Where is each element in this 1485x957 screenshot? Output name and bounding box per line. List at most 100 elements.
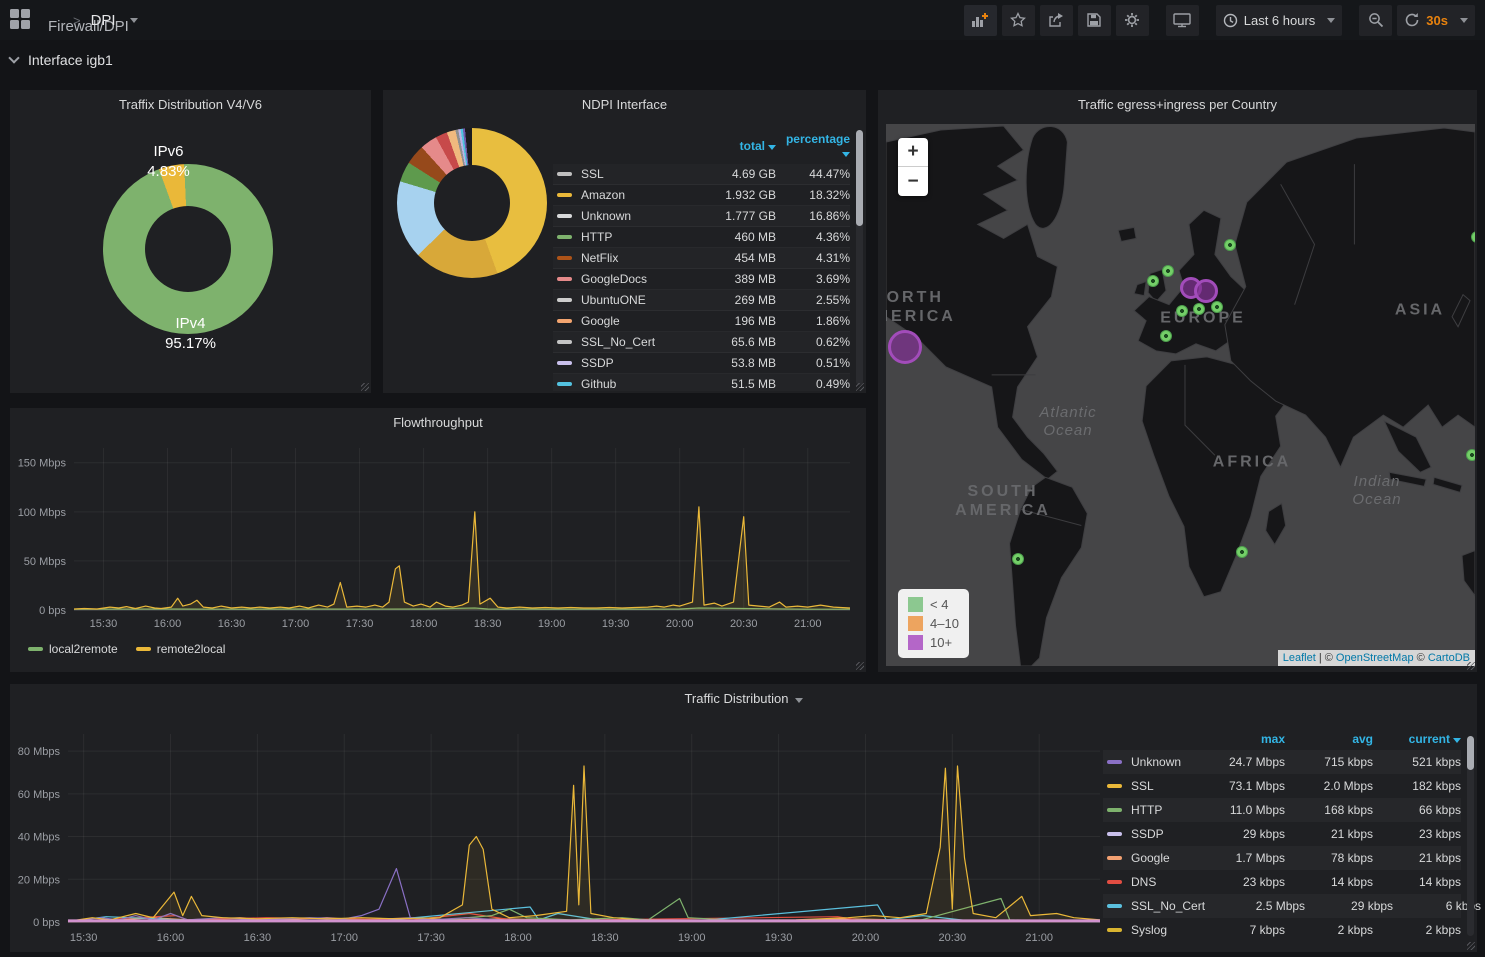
legend-row[interactable]: GoogleDocs389 MB3.69% [553, 269, 850, 290]
purple-traffic-marker[interactable] [888, 330, 922, 364]
sort-header-avg[interactable]: avg [1285, 732, 1373, 746]
breadcrumb-dashboard-name[interactable]: DPI [91, 12, 116, 29]
legend-total: 1.777 GB [688, 209, 776, 223]
legend-row[interactable]: DNS23 kbps14 kbps14 kbps [1103, 870, 1461, 894]
legend-row[interactable]: HTTP11.0 Mbps168 kbps66 kbps [1103, 798, 1461, 822]
svg-text:15:30: 15:30 [70, 932, 98, 944]
purple-traffic-marker[interactable] [1194, 279, 1218, 303]
sort-header-total[interactable]: total [688, 139, 776, 153]
save-icon [1086, 12, 1102, 28]
legend-row[interactable]: Google196 MB1.86% [553, 311, 850, 332]
star-icon [1010, 12, 1026, 28]
legend-item-local2remote[interactable]: local2remote [28, 642, 118, 656]
flowthroughput-chart[interactable]: 15:3016:0016:3017:0017:3018:0018:3019:00… [14, 436, 860, 634]
chevron-down-icon[interactable] [130, 18, 138, 23]
row-header-interface-igb1[interactable]: Interface igb1 [10, 52, 113, 68]
world-map[interactable]: NORTH AMERICAEUROPEASIAAFRICASOUTH AMERI… [886, 124, 1475, 666]
legend-row[interactable]: Unknown24.7 Mbps715 kbps521 kbps [1103, 750, 1461, 774]
legend-total: 53.8 MB [688, 356, 776, 370]
legend-name: SSDP [579, 356, 688, 370]
legend-row[interactable]: Github51.5 MB0.49% [553, 374, 850, 391]
legend-row[interactable]: HTTP460 MB4.36% [553, 227, 850, 248]
green-traffic-marker[interactable] [1160, 330, 1172, 342]
ndpi-donut-chart[interactable] [397, 128, 547, 278]
cartodb-link[interactable]: CartoDB [1428, 652, 1470, 664]
svg-text:16:30: 16:30 [218, 618, 246, 630]
legend-row[interactable]: SSDP53.8 MB0.51% [553, 353, 850, 374]
zoom-out-time-button[interactable] [1359, 5, 1392, 36]
legend-row[interactable]: SSDP29 kbps21 kbps23 kbps [1103, 822, 1461, 846]
ipv4-ipv6-donut-chart[interactable] [103, 164, 273, 334]
star-dashboard-button[interactable] [1002, 5, 1035, 36]
legend-scrollbar[interactable] [856, 130, 863, 385]
sort-header-current[interactable]: current [1373, 732, 1461, 746]
zoom-out-button[interactable]: − [898, 167, 928, 196]
legend-total: 269 MB [688, 293, 776, 307]
green-traffic-marker[interactable] [1211, 301, 1223, 313]
panel-title[interactable]: Traffic Distribution [10, 691, 1477, 706]
legend-row[interactable]: Syslog7 kbps2 kbps2 kbps [1103, 918, 1461, 942]
refresh-button[interactable]: 30s [1397, 5, 1475, 36]
breadcrumb-dashboard-folder[interactable]: Firewall/DPI [48, 18, 63, 22]
grafana-dashboards-icon[interactable] [10, 9, 32, 31]
breadcrumb-separator: > [73, 13, 81, 28]
world-map-landmass [886, 124, 1475, 666]
legend-max: 73.1 Mbps [1185, 779, 1285, 793]
legend-pct: 18.32% [776, 188, 850, 202]
green-traffic-marker[interactable] [1012, 553, 1024, 565]
svg-text:18:00: 18:00 [504, 932, 532, 944]
legend-max: 2.5 Mbps [1205, 899, 1305, 913]
openstreetmap-link[interactable]: OpenStreetMap [1336, 652, 1414, 664]
legend-row[interactable]: SSL_No_Cert2.5 Mbps29 kbps6 kbps [1103, 894, 1461, 918]
panel-flowthroughput: Flowthroughput 15:3016:0016:3017:0017:30… [10, 408, 866, 672]
sort-header-max[interactable]: max [1185, 732, 1285, 746]
legend-row[interactable]: UbuntuONE269 MB2.55% [553, 290, 850, 311]
series-color-swatch [1107, 832, 1122, 836]
tv-monitor-icon [1173, 12, 1191, 28]
green-traffic-marker[interactable] [1162, 265, 1174, 277]
cycle-view-mode-button[interactable] [1166, 5, 1199, 36]
panel-title[interactable]: NDPI Interface [383, 97, 866, 112]
panel-title[interactable]: Traffic egress+ingress per Country [878, 97, 1477, 112]
green-traffic-marker[interactable] [1224, 239, 1236, 251]
series-color-swatch [1107, 760, 1122, 764]
leaflet-link[interactable]: Leaflet [1283, 652, 1316, 664]
svg-text:40 Mbps: 40 Mbps [18, 832, 61, 844]
share-dashboard-button[interactable] [1040, 5, 1073, 36]
panel-title[interactable]: Traffix Distribution V4/V6 [10, 97, 371, 112]
svg-text:16:00: 16:00 [154, 618, 182, 630]
legend-name: DNS [1129, 875, 1185, 889]
dashboard-settings-button[interactable] [1116, 5, 1149, 36]
legend-row[interactable]: Amazon1.932 GB18.32% [553, 185, 850, 206]
series-color-swatch [1107, 904, 1122, 908]
legend-name: SSL [1129, 779, 1185, 793]
legend-pct: 0.51% [776, 356, 850, 370]
green-traffic-marker[interactable] [1147, 275, 1159, 287]
legend-item-remote2local[interactable]: remote2local [136, 642, 226, 656]
legend-name: UbuntuONE [579, 293, 688, 307]
save-dashboard-button[interactable] [1078, 5, 1111, 36]
series-color-swatch [1107, 880, 1122, 884]
add-panel-button[interactable] [964, 5, 997, 36]
zoom-in-button[interactable]: + [898, 138, 928, 167]
legend-row[interactable]: Unknown1.777 GB16.86% [553, 206, 850, 227]
svg-text:17:30: 17:30 [346, 618, 374, 630]
time-range-picker[interactable]: Last 6 hours [1216, 5, 1343, 36]
sort-header-percentage[interactable]: percentage [776, 132, 850, 160]
legend-row[interactable]: NetFlix454 MB4.31% [553, 248, 850, 269]
legend-row[interactable]: Google1.7 Mbps78 kbps21 kbps [1103, 846, 1461, 870]
series-color-swatch [557, 340, 572, 344]
green-traffic-marker[interactable] [1176, 305, 1188, 317]
green-traffic-marker[interactable] [1193, 303, 1205, 315]
legend-avg: 78 kbps [1285, 851, 1373, 865]
legend-scrollbar[interactable] [1467, 736, 1474, 936]
panel-title[interactable]: Flowthroughput [10, 415, 866, 430]
traffic-distribution-chart[interactable]: 15:3016:0016:3017:0017:3018:0018:3019:00… [14, 714, 1106, 948]
green-traffic-marker[interactable] [1236, 546, 1248, 558]
green-traffic-marker[interactable] [1466, 449, 1475, 461]
legend-row[interactable]: SSL_No_Cert65.6 MB0.62% [553, 332, 850, 353]
legend-avg: 715 kbps [1285, 755, 1373, 769]
legend-row[interactable]: SSL4.69 GB44.47% [553, 164, 850, 185]
legend-row[interactable]: SSL73.1 Mbps2.0 Mbps182 kbps [1103, 774, 1461, 798]
panel-menu-caret-icon[interactable] [795, 698, 803, 703]
